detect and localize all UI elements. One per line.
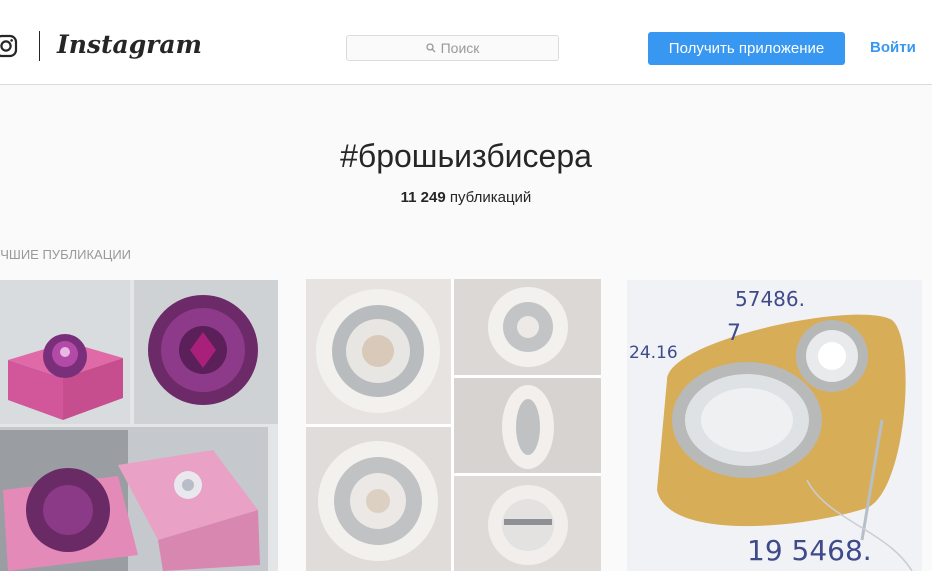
top-navigation-bar: Instagram Поиск Получить приложение Войт…	[0, 0, 932, 85]
logo-divider	[39, 31, 40, 61]
post-count: 11 249 публикаций	[0, 188, 932, 208]
post-thumbnail-1[interactable]	[0, 280, 278, 571]
login-link[interactable]: Войти	[870, 38, 916, 58]
handwritten-number-2: 24.16	[629, 343, 678, 363]
handwritten-number-4: 19 5468.	[747, 534, 872, 567]
post-thumbnail-3[interactable]: 57486. 24.16 7 19 5468.	[627, 280, 922, 571]
post-image-pearl-brooch	[306, 279, 601, 571]
camera-icon[interactable]	[0, 34, 18, 58]
handwritten-number-3: 7	[727, 321, 741, 346]
search-icon	[425, 43, 436, 53]
post-image-cabochon: 57486. 24.16 7 19 5468.	[627, 280, 922, 571]
get-app-button[interactable]: Получить приложение	[648, 32, 845, 65]
top-posts-heading: УЧШИЕ ПУБЛИКАЦИИ	[0, 247, 132, 262]
search-input[interactable]: Поиск	[346, 35, 559, 61]
hashtag-title: #брошьизбисера	[340, 138, 592, 174]
instagram-wordmark[interactable]: Instagram	[57, 30, 202, 60]
post-count-number: 11 249	[400, 189, 446, 206]
post-thumbnail-2[interactable]	[306, 279, 601, 571]
handwritten-number-1: 57486.	[735, 287, 805, 311]
post-image-purple-brooch	[0, 280, 278, 571]
search-placeholder: Поиск	[440, 40, 480, 56]
post-count-suffix: публикаций	[449, 189, 532, 206]
